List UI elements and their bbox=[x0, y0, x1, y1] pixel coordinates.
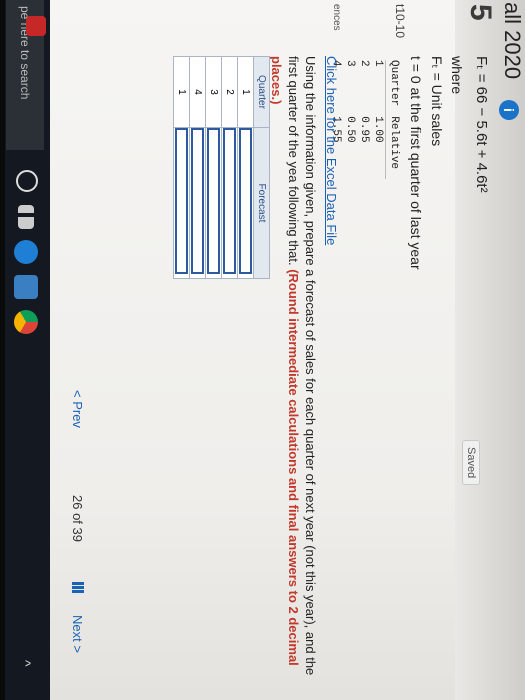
forecast-table-header: Quarter bbox=[253, 56, 270, 128]
monitor-bezel bbox=[0, 0, 5, 700]
sidebar-label: t10-10 bbox=[393, 4, 407, 39]
quarter-cell: 1 bbox=[237, 56, 254, 128]
table-row: 4 bbox=[189, 56, 206, 279]
relative-table: Quarter Relative 1 1.00 2 0.95 3 0.50 4 … bbox=[329, 60, 400, 180]
relative-cell: 1.00 bbox=[372, 116, 384, 143]
forecast-input[interactable] bbox=[239, 128, 253, 274]
quarter-cell: 2 bbox=[221, 56, 238, 128]
question-body: Fₜ = 66 − 5.6t + 4.6t² where Fₜ = Unit s… bbox=[329, 56, 491, 686]
quarter-cell: 4 bbox=[189, 56, 206, 128]
quarter-cell: 1 bbox=[173, 56, 190, 128]
forecast-cell bbox=[237, 127, 254, 279]
forecast-cell bbox=[189, 127, 206, 279]
forecast-input[interactable] bbox=[175, 128, 189, 274]
relative-table-header: Quarter bbox=[385, 60, 400, 117]
table-row: 3 bbox=[205, 56, 222, 279]
forecast-formula: Fₜ = 66 − 5.6t + 4.6t² bbox=[473, 56, 490, 193]
table-row: 1 bbox=[237, 56, 254, 279]
store-icon[interactable] bbox=[14, 275, 38, 299]
prev-button[interactable]: < Prev bbox=[70, 390, 85, 428]
forecast-cell bbox=[205, 127, 222, 279]
screen: all 2020 i 5 t10-10 ences Saved Fₜ = 66 … bbox=[0, 0, 525, 700]
table-row: 2 0.95 bbox=[357, 60, 371, 179]
shield-icon[interactable] bbox=[26, 16, 46, 36]
definition-t: t = 0 at the first quarter of last year bbox=[408, 56, 424, 270]
page-counter: 26 of 39 bbox=[70, 495, 85, 542]
table-row: 3 0.50 bbox=[343, 60, 357, 179]
taskbar: pe here to search ^ bbox=[0, 0, 50, 700]
table-row: 1 1.00 bbox=[371, 60, 386, 179]
definition-ft: Fₜ = Unit sales bbox=[429, 56, 445, 147]
question-number: 5 bbox=[464, 4, 497, 21]
relative-table-header: Relative bbox=[385, 116, 400, 180]
quarter-cell: 2 bbox=[358, 60, 370, 67]
quarter-cell: 3 bbox=[205, 56, 222, 128]
chevron-up-icon[interactable]: ^ bbox=[18, 660, 34, 667]
instructions: Using the information given, prepare a f… bbox=[268, 56, 319, 696]
forecast-input[interactable] bbox=[207, 128, 221, 274]
next-button[interactable]: Next > bbox=[70, 615, 85, 653]
forecast-table-header: Forecast bbox=[253, 127, 270, 279]
where-text: where bbox=[449, 56, 465, 95]
info-icon[interactable]: i bbox=[499, 100, 519, 120]
cortana-icon[interactable] bbox=[16, 170, 38, 192]
excel-data-link[interactable]: Click here for the Excel Data File bbox=[324, 56, 339, 245]
forecast-cell bbox=[173, 127, 190, 279]
table-row: 2 bbox=[221, 56, 238, 279]
edge-icon[interactable] bbox=[14, 240, 38, 264]
forecast-table: Quarter Forecast 1 2 3 4 1 bbox=[173, 56, 270, 279]
quarter-cell: 1 bbox=[372, 60, 384, 67]
relative-cell: 0.50 bbox=[344, 116, 356, 143]
course-title: all 2020 bbox=[500, 2, 525, 80]
chrome-icon[interactable] bbox=[14, 310, 38, 334]
relative-cell: 0.95 bbox=[358, 116, 370, 143]
forecast-input[interactable] bbox=[191, 128, 205, 274]
task-view-icon[interactable] bbox=[18, 205, 34, 229]
sidebar-label-references[interactable]: ences bbox=[331, 4, 342, 31]
table-row: 1 bbox=[173, 56, 190, 279]
forecast-input[interactable] bbox=[223, 128, 237, 274]
quarter-cell: 3 bbox=[344, 60, 356, 67]
grid-icon[interactable] bbox=[72, 582, 84, 594]
forecast-cell bbox=[221, 127, 238, 279]
